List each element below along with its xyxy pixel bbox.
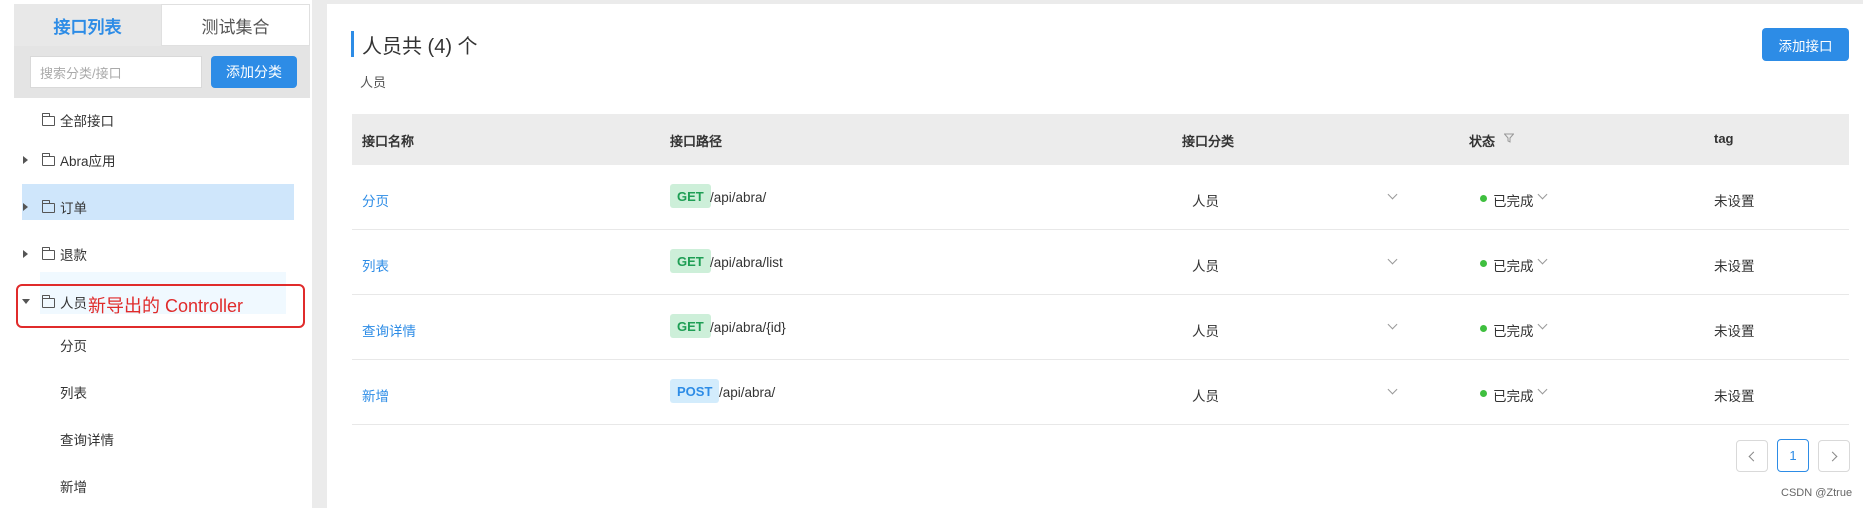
chevron-left-icon (1748, 451, 1759, 461)
category-select-value[interactable]: 人员 (1192, 190, 1219, 210)
chevron-right-icon (1827, 451, 1838, 461)
method-badge: GET (670, 184, 711, 208)
pagination-page-1[interactable]: 1 (1777, 439, 1809, 472)
category-select-value[interactable]: 人员 (1192, 320, 1219, 340)
pagination-next-button[interactable] (1818, 440, 1850, 472)
table-header: 接口名称 接口路径 接口分类 状态 tag (352, 114, 1849, 165)
filter-icon[interactable] (1504, 133, 1514, 143)
add-category-button[interactable]: 添加分类 (211, 56, 297, 88)
column-header-path: 接口路径 (670, 134, 723, 149)
status-select-value[interactable]: 已完成 (1493, 320, 1534, 340)
status-select-value[interactable]: 已完成 (1493, 255, 1534, 275)
add-api-button[interactable]: 添加接口 (1762, 28, 1849, 61)
tree-item-refund[interactable]: 退款 (0, 234, 296, 274)
status-dot-icon (1480, 390, 1487, 397)
tag-value: 未设置 (1714, 389, 1755, 404)
folder-icon (42, 153, 55, 166)
title-accent-bar (351, 31, 354, 57)
api-path: /api/abra/list (710, 255, 783, 270)
category-select-value[interactable]: 人员 (1192, 255, 1219, 275)
tab-test-collection[interactable]: 测试集合 (161, 4, 310, 46)
category-select-value[interactable]: 人员 (1192, 385, 1219, 405)
status-dot-icon (1480, 260, 1487, 267)
watermark: CSDN @Ztrue (1781, 487, 1853, 499)
page-subtitle: 人员 (360, 75, 387, 90)
tree-item-abra[interactable]: Abra应用 (0, 140, 296, 180)
tree-child-list[interactable]: 列表 (0, 372, 296, 412)
api-name-link[interactable]: 列表 (362, 255, 389, 275)
annotation-text: 新导出的 Controller (88, 296, 244, 316)
chevron-down-icon[interactable] (1537, 319, 1548, 330)
status-select-value[interactable]: 已完成 (1493, 385, 1534, 405)
table-row: 新增 POST /api/abra/ 人员 已完成 未设置 (352, 360, 1849, 425)
table-row: 查询详情 GET /api/abra/{id} 人员 已完成 未设置 (352, 295, 1849, 360)
table-row: 分页 GET /api/abra/ 人员 已完成 未设置 (352, 165, 1849, 230)
api-name-link[interactable]: 查询详情 (362, 320, 416, 340)
chevron-down-icon[interactable] (1537, 254, 1548, 265)
tree-child-label: 查询详情 (60, 433, 114, 448)
column-header-category: 接口分类 (1182, 134, 1235, 149)
tree-item-label: 订单 (60, 201, 87, 216)
status-dot-icon (1480, 325, 1487, 332)
api-name-link[interactable]: 新增 (362, 385, 389, 405)
api-path: /api/abra/ (710, 190, 767, 205)
search-input[interactable]: 搜索分类/接口 (30, 56, 202, 88)
tree-item-order[interactable]: 订单 (0, 187, 296, 227)
tree-child-label: 列表 (60, 386, 87, 401)
api-path: /api/abra/ (719, 385, 776, 400)
status-select-value[interactable]: 已完成 (1493, 190, 1534, 210)
column-header-tag: tag (1714, 131, 1734, 146)
folder-icon (42, 200, 55, 213)
chevron-down-icon[interactable] (1387, 254, 1398, 265)
caret-right-icon[interactable] (23, 203, 28, 211)
column-header-name: 接口名称 (362, 134, 415, 149)
status-dot-icon (1480, 195, 1487, 202)
chevron-down-icon[interactable] (1387, 384, 1398, 395)
sidebar-tabs: 接口列表 测试集合 (14, 4, 310, 46)
chevron-down-icon[interactable] (1537, 384, 1548, 395)
pagination-prev-button[interactable] (1736, 440, 1768, 472)
caret-right-icon[interactable] (23, 250, 28, 258)
tree-child-label: 分页 (60, 339, 87, 354)
chevron-down-icon[interactable] (1387, 319, 1398, 330)
tab-api-list[interactable]: 接口列表 (14, 4, 161, 46)
tag-value: 未设置 (1714, 259, 1755, 274)
tree-child-label: 新增 (60, 480, 87, 495)
search-row: 搜索分类/接口 添加分类 (14, 46, 310, 98)
tree-item-label: 退款 (60, 248, 87, 263)
tree-child-paging[interactable]: 分页 (0, 325, 296, 365)
method-badge: GET (670, 249, 711, 273)
tree-child-create[interactable]: 新增 (0, 466, 296, 506)
api-path: /api/abra/{id} (710, 320, 786, 335)
api-name-link[interactable]: 分页 (362, 190, 389, 210)
tag-value: 未设置 (1714, 194, 1755, 209)
tag-value: 未设置 (1714, 324, 1755, 339)
tree-item-label: Abra应用 (60, 154, 116, 169)
table-row: 列表 GET /api/abra/list 人员 已完成 未设置 (352, 230, 1849, 295)
method-badge: POST (670, 379, 720, 403)
folder-icon (42, 247, 55, 260)
method-badge: GET (670, 314, 711, 338)
chevron-down-icon[interactable] (1387, 189, 1398, 200)
tree-item-all[interactable]: 全部接口 (0, 100, 296, 140)
column-header-status: 状态 (1469, 134, 1496, 149)
folder-icon (42, 113, 55, 126)
sidebar: 接口列表 测试集合 搜索分类/接口 添加分类 全部接口 Abra应用 订单 退款 (0, 0, 312, 508)
tree-item-label: 全部接口 (60, 114, 114, 129)
tree-child-detail[interactable]: 查询详情 (0, 419, 296, 459)
chevron-down-icon[interactable] (1537, 189, 1548, 200)
main-panel: 人员共 (4) 个 人员 添加接口 接口名称 接口路径 接口分类 状态 tag … (327, 4, 1863, 508)
page-title: 人员共 (4) 个 (362, 36, 478, 58)
caret-right-icon[interactable] (23, 156, 28, 164)
